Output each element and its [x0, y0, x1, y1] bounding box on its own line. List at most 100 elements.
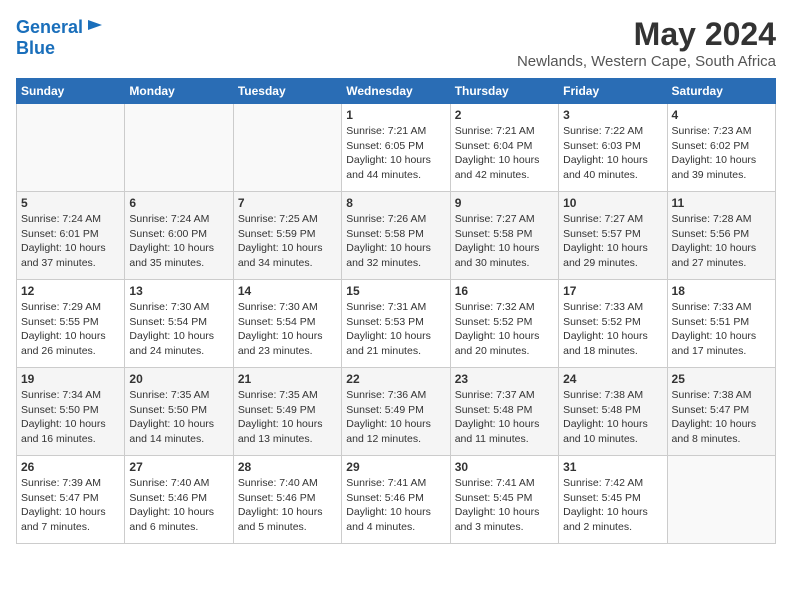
calendar-cell: 4Sunrise: 7:23 AM Sunset: 6:02 PM Daylig… — [667, 104, 775, 192]
calendar-cell: 8 Sunrise: 7:26 AM Sunset: 5:58 PM Daylig… — [342, 192, 450, 280]
day-number: 30 — [455, 460, 554, 474]
calendar-cell: 24 Sunrise: 7:38 AM Sunset: 5:48 PM Dayli… — [559, 368, 667, 456]
calendar-header-thursday: Thursday — [450, 79, 558, 104]
calendar-cell: 10 Sunrise: 7:27 AM Sunset: 5:57 PM Dayli… — [559, 192, 667, 280]
day-number: 18 — [672, 284, 771, 298]
day-number: 29 — [346, 460, 445, 474]
calendar-cell: 12Sunrise: 7:29 AM Sunset: 5:55 PM Dayli… — [17, 280, 125, 368]
day-number: 19 — [21, 372, 120, 386]
day-number: 21 — [238, 372, 337, 386]
day-info: Sunrise: 7:40 AM Sunset: 5:46 PM Dayligh… — [129, 476, 228, 535]
calendar-cell: 14 Sunrise: 7:30 AM Sunset: 5:54 PM Dayli… — [233, 280, 341, 368]
calendar-cell: 18 Sunrise: 7:33 AM Sunset: 5:51 PM Dayli… — [667, 280, 775, 368]
calendar-cell — [125, 104, 233, 192]
day-info: Sunrise: 7:33 AM Sunset: 5:51 PM Dayligh… — [672, 300, 771, 359]
calendar-cell: 2Sunrise: 7:21 AM Sunset: 6:04 PM Daylig… — [450, 104, 558, 192]
day-info: Sunrise: 7:22 AM Sunset: 6:03 PM Dayligh… — [563, 124, 662, 183]
calendar-week-row: 1 Sunrise: 7:21 AM Sunset: 6:05 PM Daylig… — [17, 104, 776, 192]
calendar-week-row: 26 Sunrise: 7:39 AM Sunset: 5:47 PM Dayli… — [17, 456, 776, 544]
day-info: Sunrise: 7:30 AM Sunset: 5:54 PM Dayligh… — [238, 300, 337, 359]
calendar-week-row: 5 Sunrise: 7:24 AM Sunset: 6:01 PM Daylig… — [17, 192, 776, 280]
calendar-header-wednesday: Wednesday — [342, 79, 450, 104]
logo-text-general: General — [16, 18, 83, 38]
calendar-cell: 6Sunrise: 7:24 AM Sunset: 6:00 PM Daylig… — [125, 192, 233, 280]
day-info: Sunrise: 7:32 AM Sunset: 5:52 PM Dayligh… — [455, 300, 554, 359]
day-info: Sunrise: 7:24 AM Sunset: 6:01 PM Dayligh… — [21, 212, 120, 271]
day-number: 27 — [129, 460, 228, 474]
calendar-cell — [17, 104, 125, 192]
calendar-cell: 20 Sunrise: 7:35 AM Sunset: 5:50 PM Dayli… — [125, 368, 233, 456]
month-title: May 2024 — [517, 16, 776, 53]
day-info: Sunrise: 7:26 AM Sunset: 5:58 PM Dayligh… — [346, 212, 445, 271]
day-number: 11 — [672, 196, 771, 210]
day-number: 24 — [563, 372, 662, 386]
calendar-cell: 17 Sunrise: 7:33 AM Sunset: 5:52 PM Dayli… — [559, 280, 667, 368]
day-info: Sunrise: 7:37 AM Sunset: 5:48 PM Dayligh… — [455, 388, 554, 447]
calendar-cell: 3 Sunrise: 7:22 AM Sunset: 6:03 PM Daylig… — [559, 104, 667, 192]
day-info: Sunrise: 7:40 AM Sunset: 5:46 PM Dayligh… — [238, 476, 337, 535]
day-info: Sunrise: 7:34 AM Sunset: 5:50 PM Dayligh… — [21, 388, 120, 447]
calendar-header-tuesday: Tuesday — [233, 79, 341, 104]
day-number: 15 — [346, 284, 445, 298]
calendar-week-row: 19 Sunrise: 7:34 AM Sunset: 5:50 PM Dayli… — [17, 368, 776, 456]
day-number: 28 — [238, 460, 337, 474]
day-number: 3 — [563, 108, 662, 122]
calendar-cell: 16Sunrise: 7:32 AM Sunset: 5:52 PM Dayli… — [450, 280, 558, 368]
calendar-cell: 29 Sunrise: 7:41 AM Sunset: 5:46 PM Dayli… — [342, 456, 450, 544]
calendar-table: SundayMondayTuesdayWednesdayThursdayFrid… — [16, 78, 776, 544]
day-number: 14 — [238, 284, 337, 298]
day-info: Sunrise: 7:35 AM Sunset: 5:49 PM Dayligh… — [238, 388, 337, 447]
day-info: Sunrise: 7:41 AM Sunset: 5:46 PM Dayligh… — [346, 476, 445, 535]
day-info: Sunrise: 7:42 AM Sunset: 5:45 PM Dayligh… — [563, 476, 662, 535]
day-info: Sunrise: 7:38 AM Sunset: 5:48 PM Dayligh… — [563, 388, 662, 447]
logo-text-blue: Blue — [16, 39, 55, 59]
logo-arrow-icon — [86, 16, 104, 34]
day-info: Sunrise: 7:21 AM Sunset: 6:04 PM Dayligh… — [455, 124, 554, 183]
day-info: Sunrise: 7:33 AM Sunset: 5:52 PM Dayligh… — [563, 300, 662, 359]
calendar-cell: 19 Sunrise: 7:34 AM Sunset: 5:50 PM Dayli… — [17, 368, 125, 456]
day-number: 17 — [563, 284, 662, 298]
calendar-cell: 30 Sunrise: 7:41 AM Sunset: 5:45 PM Dayli… — [450, 456, 558, 544]
calendar-cell: 15 Sunrise: 7:31 AM Sunset: 5:53 PM Dayli… — [342, 280, 450, 368]
calendar-header-friday: Friday — [559, 79, 667, 104]
day-info: Sunrise: 7:29 AM Sunset: 5:55 PM Dayligh… — [21, 300, 120, 359]
day-number: 8 — [346, 196, 445, 210]
calendar-cell — [667, 456, 775, 544]
day-number: 20 — [129, 372, 228, 386]
day-info: Sunrise: 7:38 AM Sunset: 5:47 PM Dayligh… — [672, 388, 771, 447]
calendar-cell: 7Sunrise: 7:25 AM Sunset: 5:59 PM Daylig… — [233, 192, 341, 280]
logo: General Blue — [16, 16, 104, 59]
calendar-cell: 9 Sunrise: 7:27 AM Sunset: 5:58 PM Daylig… — [450, 192, 558, 280]
page-header: General Blue May 2024 Newlands, Western … — [16, 16, 776, 70]
day-info: Sunrise: 7:27 AM Sunset: 5:58 PM Dayligh… — [455, 212, 554, 271]
day-info: Sunrise: 7:31 AM Sunset: 5:53 PM Dayligh… — [346, 300, 445, 359]
calendar-header-row: SundayMondayTuesdayWednesdayThursdayFrid… — [17, 79, 776, 104]
day-info: Sunrise: 7:41 AM Sunset: 5:45 PM Dayligh… — [455, 476, 554, 535]
calendar-cell: 26 Sunrise: 7:39 AM Sunset: 5:47 PM Dayli… — [17, 456, 125, 544]
title-block: May 2024 Newlands, Western Cape, South A… — [517, 16, 776, 70]
calendar-cell: 27 Sunrise: 7:40 AM Sunset: 5:46 PM Dayli… — [125, 456, 233, 544]
day-number: 1 — [346, 108, 445, 122]
calendar-cell: 25Sunrise: 7:38 AM Sunset: 5:47 PM Dayli… — [667, 368, 775, 456]
day-number: 26 — [21, 460, 120, 474]
day-number: 7 — [238, 196, 337, 210]
day-number: 10 — [563, 196, 662, 210]
location: Newlands, Western Cape, South Africa — [517, 53, 776, 70]
calendar-cell: 23Sunrise: 7:37 AM Sunset: 5:48 PM Dayli… — [450, 368, 558, 456]
day-info: Sunrise: 7:36 AM Sunset: 5:49 PM Dayligh… — [346, 388, 445, 447]
day-number: 5 — [21, 196, 120, 210]
calendar-header-saturday: Saturday — [667, 79, 775, 104]
day-number: 6 — [129, 196, 228, 210]
day-info: Sunrise: 7:21 AM Sunset: 6:05 PM Dayligh… — [346, 124, 445, 183]
day-number: 31 — [563, 460, 662, 474]
calendar-cell: 28 Sunrise: 7:40 AM Sunset: 5:46 PM Dayli… — [233, 456, 341, 544]
day-info: Sunrise: 7:39 AM Sunset: 5:47 PM Dayligh… — [21, 476, 120, 535]
calendar-week-row: 12Sunrise: 7:29 AM Sunset: 5:55 PM Dayli… — [17, 280, 776, 368]
day-info: Sunrise: 7:35 AM Sunset: 5:50 PM Dayligh… — [129, 388, 228, 447]
calendar-cell: 5 Sunrise: 7:24 AM Sunset: 6:01 PM Daylig… — [17, 192, 125, 280]
day-info: Sunrise: 7:28 AM Sunset: 5:56 PM Dayligh… — [672, 212, 771, 271]
day-info: Sunrise: 7:27 AM Sunset: 5:57 PM Dayligh… — [563, 212, 662, 271]
day-number: 9 — [455, 196, 554, 210]
calendar-cell: 31 Sunrise: 7:42 AM Sunset: 5:45 PM Dayli… — [559, 456, 667, 544]
day-number: 22 — [346, 372, 445, 386]
